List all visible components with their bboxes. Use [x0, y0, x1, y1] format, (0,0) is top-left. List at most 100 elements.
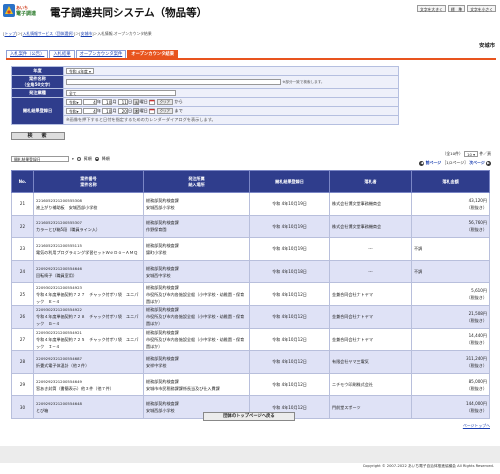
case-name-link[interactable]: 折畳式電子体温計（他２件）	[36, 362, 141, 369]
breadcrumb-top[interactable]: トップ	[4, 31, 15, 36]
case-name-link[interactable]: 液上がり補助板 安城西部小学校	[36, 204, 141, 211]
logo-mark-icon	[3, 4, 15, 17]
to-calendar-icon[interactable]	[149, 108, 156, 114]
page-top-link[interactable]: ページトップへ	[463, 423, 490, 429]
from-day-input[interactable]: 11	[117, 99, 128, 105]
case-name-link[interactable]: とび箱	[36, 407, 141, 414]
dept: 総務部契約検査課	[146, 220, 179, 226]
case-name-link[interactable]: 電気の利用プログラミング学習セットＷｅＤｏ−ＡＭＱ	[36, 249, 141, 256]
font-size-controls: 文字を大きく 標 準 文字を小さく	[417, 5, 496, 12]
header-amount: 落札金額	[411, 170, 490, 193]
search-button[interactable]: 検 索	[11, 132, 65, 140]
case-name-link[interactable]: 回転椅子（職員室用）	[36, 272, 141, 279]
page-size-select[interactable]: 10 ▾	[464, 151, 479, 157]
table-row: 29 2209292321200554649 窓あき封筒（書簡表示）他３件（他７件）…	[11, 372, 490, 397]
partial-match-note: ※部分一致で検索します。	[282, 80, 325, 84]
year-label: 年度	[11, 66, 64, 76]
amount: 14,440円	[468, 333, 487, 339]
sort-asc-radio[interactable]	[76, 157, 81, 161]
tab-open-counter-cases[interactable]: オープンカウンタ案件	[75, 50, 127, 58]
next-page-link[interactable]: 次ページ	[469, 160, 484, 165]
font-large-button[interactable]: 文字を大きく	[417, 5, 446, 12]
case-name-input[interactable]	[66, 79, 281, 85]
delivery-place: 錦町小学校	[146, 249, 167, 255]
category-select[interactable]: 全て	[66, 90, 176, 96]
from-year-input[interactable]: 4	[82, 99, 97, 105]
sort-field-select[interactable]: 開札結果登録日	[11, 156, 69, 162]
row-no: 30	[11, 395, 34, 419]
prev-page-icon[interactable]: ◀	[419, 160, 425, 166]
header-date: 開札結果登録日	[249, 170, 330, 193]
case-name-link[interactable]: 令和４年度単価契約７２７ チャック付ポリ袋 ユニパック Ｅ−４	[36, 291, 141, 305]
from-calendar-icon[interactable]	[149, 99, 156, 105]
amount: 不調	[414, 246, 423, 252]
delivery-place: 安祥中学校	[146, 362, 167, 368]
winner: 株式会社博文堂事務機商会	[329, 192, 412, 216]
font-standard-button[interactable]: 標 準	[447, 5, 466, 12]
winner: ニチモウ印刷株式会社	[329, 372, 412, 397]
header-winner: 落札者	[329, 170, 412, 193]
row-no: 22	[11, 214, 34, 239]
sort-desc-radio[interactable]	[94, 157, 99, 161]
winner: ---	[329, 237, 412, 261]
to-day-input[interactable]: 20	[117, 108, 128, 114]
case-number: 2209292321200554646	[36, 265, 82, 271]
case-name-link[interactable]: 令和４年度単価契約７２８ チャック付ポリ袋 ユニパック Ｇ−４	[36, 313, 141, 327]
back-to-top-page-button[interactable]: 団体のトップページへ戻る	[203, 412, 295, 421]
amount: 85,000円	[468, 378, 487, 384]
breadcrumb-city[interactable]: 安城市	[81, 31, 92, 36]
results-table: No. 案件番号 案件名称 発注所属 納入場所 開札結果登録日 落札者 落札金額 2…	[11, 170, 490, 419]
row-no: 24	[11, 259, 34, 284]
result-date: 令和 4年10月12日	[249, 327, 330, 352]
from-clear-button[interactable]: クリア	[156, 99, 174, 105]
from-era-select[interactable]: 令和▾	[66, 99, 82, 105]
header-no: No.	[11, 170, 34, 193]
tab-open-counter-results[interactable]: オープンカウンタ結果	[127, 50, 178, 58]
to-year-input[interactable]: 4	[82, 108, 97, 114]
calendar-note: ※画像を押下すると日付を指定するためのカレンダーダイアログを表示します。	[63, 115, 399, 125]
logo[interactable]: あいち 電子調達	[3, 4, 45, 20]
winner: 金兼合同会社ナトヤマ	[329, 304, 412, 329]
dept: 総務部契約検査課	[146, 265, 179, 271]
case-name-link[interactable]: 令和４年度単価契約７２５ チャック付ポリ袋 ユニパック Ｉ−４	[36, 336, 141, 350]
winner: 有限会社ヤマ三電気	[329, 350, 412, 374]
to-clear-button[interactable]: クリア	[156, 108, 174, 114]
results-body: 21 2216052321200555308 液上がり補助板 安城西部小学校総務部契…	[11, 192, 490, 419]
winner: 門前堂スポーツ	[329, 395, 412, 419]
year-select[interactable]: 令和 4年度 ▾	[66, 68, 94, 74]
case-number: 2216052321200555308	[36, 197, 82, 203]
amount: 5,610円	[471, 288, 487, 294]
tab-bid-results[interactable]: 入札結果	[49, 50, 75, 58]
result-date: 令和 4年10月18日	[249, 259, 330, 284]
tax-note: （税抜き）	[466, 340, 487, 346]
row-no: 21	[11, 192, 34, 216]
next-page-icon[interactable]: ▶	[486, 160, 491, 166]
tab-bid-cases[interactable]: 入札案件（公告）	[6, 50, 49, 58]
amount: 144,000円	[465, 401, 487, 407]
total-count: （全10件）	[442, 151, 463, 156]
breadcrumb-current: 入札情報-オープンカウンタ結果	[97, 31, 152, 36]
table-row: 25 2209302321200554923 令和４年度単価契約７２７ チャック付ポ…	[11, 282, 490, 306]
case-name-link[interactable]: 窓あき封筒（書簡表示）他３件（他７件）	[36, 385, 141, 392]
tax-note: （税抜き）	[466, 295, 487, 301]
case-number: 2216052321200555307	[36, 220, 82, 226]
table-row: 28 2209292321200554687 折畳式電子体温計（他２件） 総務部契約検…	[11, 350, 490, 374]
font-small-button[interactable]: 文字を小さく	[467, 5, 496, 12]
system-title: 電子調達共同システム（物品等）	[50, 7, 208, 19]
case-name-link[interactable]: カラーとび箱5段（職員ライン入）	[36, 226, 141, 233]
footer-bar	[0, 446, 500, 463]
city-name: 安城市	[479, 43, 495, 49]
prev-page-link[interactable]: 前ページ	[426, 160, 441, 165]
to-month-input[interactable]: 10	[102, 108, 113, 114]
search-form: 年度 令和 4年度 ▾ 案件名称 （全角50文字） ※部分一致で検索します。 発注…	[11, 66, 399, 125]
delivery-place: 作野保育園	[146, 227, 167, 233]
to-era-select[interactable]: 令和▾	[66, 108, 82, 114]
tax-note: （税抜き）	[466, 317, 487, 323]
header-place: 納入場所	[188, 181, 205, 187]
date-label: 開札結果登録日	[11, 97, 64, 125]
breadcrumb-service[interactable]: 入札情報サービス（団体選択）	[23, 31, 74, 36]
pager: （全10件） 10 ▾ 件／頁 ◀ 前ページ ［1/2ページ］ 次ページ ▶	[419, 151, 491, 166]
from-month-input[interactable]: 10	[102, 99, 113, 105]
tab-bar: 入札案件（公告） 入札結果 オープンカウンタ案件 オープンカウンタ結果	[6, 50, 178, 58]
case-number: 2209292321200554687	[36, 355, 82, 361]
